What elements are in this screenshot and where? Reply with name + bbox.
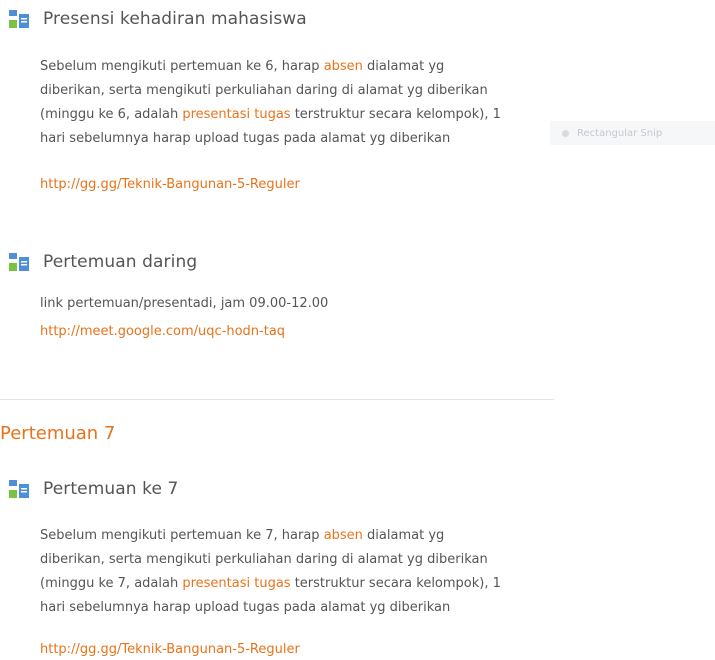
page-icon (9, 253, 29, 271)
activity-pertemuan-ke-7[interactable]: Pertemuan ke 7 (8, 479, 178, 499)
presentasi-tugas-link[interactable]: presentasi tugas (182, 107, 290, 122)
snip-icon (562, 129, 569, 137)
activity-title[interactable]: Presensi kehadiran mahasiswa (43, 9, 307, 29)
activity-description: Sebelum mengikuti pertemuan ke 6, harap … (40, 59, 501, 146)
activity-url-link[interactable]: http://gg.gg/Teknik-Bangunan-5-Reguler (40, 642, 300, 657)
activity-url-link[interactable]: http://gg.gg/Teknik-Bangunan-5-Reguler (40, 177, 300, 192)
activity-pertemuan-daring[interactable]: Pertemuan daring (8, 252, 197, 272)
snip-label: Rectangular Snip (577, 127, 663, 139)
meeting-url-link[interactable]: http://meet.google.com/uqc-hodn-taq (40, 324, 285, 339)
absen-link[interactable]: absen (324, 59, 363, 74)
activity-description: link pertemuan/presentadi, jam 09.00-12.… (40, 296, 329, 311)
section-title: Pertemuan 7 (0, 423, 116, 444)
activity-presensi[interactable]: Presensi kehadiran mahasiswa (8, 9, 307, 29)
absen-link[interactable]: absen (324, 528, 363, 543)
activity-title[interactable]: Pertemuan daring (43, 252, 197, 272)
activity-title[interactable]: Pertemuan ke 7 (43, 479, 178, 499)
activity-description: Sebelum mengikuti pertemuan ke 7, harap … (40, 528, 501, 615)
section-divider (0, 399, 554, 400)
page-icon (9, 10, 29, 28)
rectangular-snip-overlay: Rectangular Snip (550, 121, 715, 145)
presentasi-tugas-link[interactable]: presentasi tugas (182, 576, 290, 591)
page-icon (9, 480, 29, 498)
